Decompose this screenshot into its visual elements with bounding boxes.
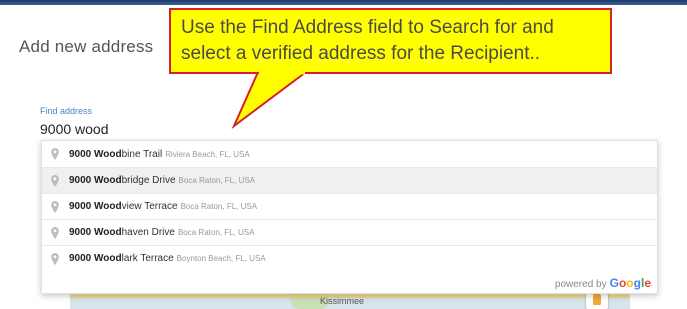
- map-place-label: Kissimmee: [320, 296, 365, 306]
- suggestion-secondary: Boca Raton, FL, USA: [180, 202, 258, 211]
- address-suggestions-dropdown: 9000 Wood bine Trail Riviera Beach, FL, U…: [41, 140, 658, 294]
- suggestion-item[interactable]: 9000 Wood bine Trail Riviera Beach, FL, U…: [42, 141, 657, 167]
- powered-by-text: powered by: [554, 279, 607, 290]
- suggestion-match: 9000 Wood: [69, 227, 122, 238]
- find-address-input[interactable]: [38, 118, 342, 140]
- suggestion-match: 9000 Wood: [69, 253, 122, 264]
- suggestion-match: 9000 Wood: [69, 175, 122, 186]
- suggestion-rest: haven Drive: [121, 227, 175, 238]
- suggestion-rest: view Terrace: [121, 201, 178, 212]
- suggestion-match: 9000 Wood: [69, 201, 122, 212]
- suggestion-item[interactable]: 9000 Wood haven Drive Boca Raton, FL, USA: [42, 219, 657, 245]
- find-address-label: Find address: [40, 106, 93, 116]
- suggestion-item[interactable]: 9000 Wood bridge Drive Boca Raton, FL, US…: [42, 167, 657, 193]
- location-pin-icon: [51, 174, 59, 187]
- suggestion-secondary: Boca Raton, FL, USA: [178, 176, 256, 185]
- location-pin-icon: [51, 200, 59, 213]
- location-pin-icon: [51, 252, 59, 265]
- suggestion-rest: lark Terrace: [121, 253, 174, 264]
- suggestion-secondary: Boca Raton, FL, USA: [177, 228, 255, 237]
- google-logo: Google: [609, 276, 651, 290]
- suggestion-secondary: Riviera Beach, FL, USA: [165, 149, 250, 159]
- callout-box: Use the Find Address field to Search for…: [169, 8, 612, 74]
- suggestion-item[interactable]: 9000 Wood view Terrace Boca Raton, FL, US…: [42, 193, 657, 219]
- powered-by-google: powered by Google: [555, 276, 651, 290]
- suggestion-item[interactable]: 9000 Wood lark Terrace Boynton Beach, FL,…: [42, 245, 657, 271]
- suggestion-match: 9000 Wood: [69, 148, 122, 160]
- suggestion-secondary: Boynton Beach, FL, USA: [176, 254, 266, 263]
- location-pin-icon: [51, 226, 59, 239]
- suggestion-rest: bridge Drive: [121, 175, 176, 186]
- location-pin-icon: [51, 148, 59, 160]
- suggestion-rest: bine Trail: [121, 148, 163, 160]
- dialog-title: Add new address: [19, 37, 154, 56]
- top-bar: [0, 0, 687, 5]
- callout-text: Use the Find Address field to Search for…: [181, 17, 554, 64]
